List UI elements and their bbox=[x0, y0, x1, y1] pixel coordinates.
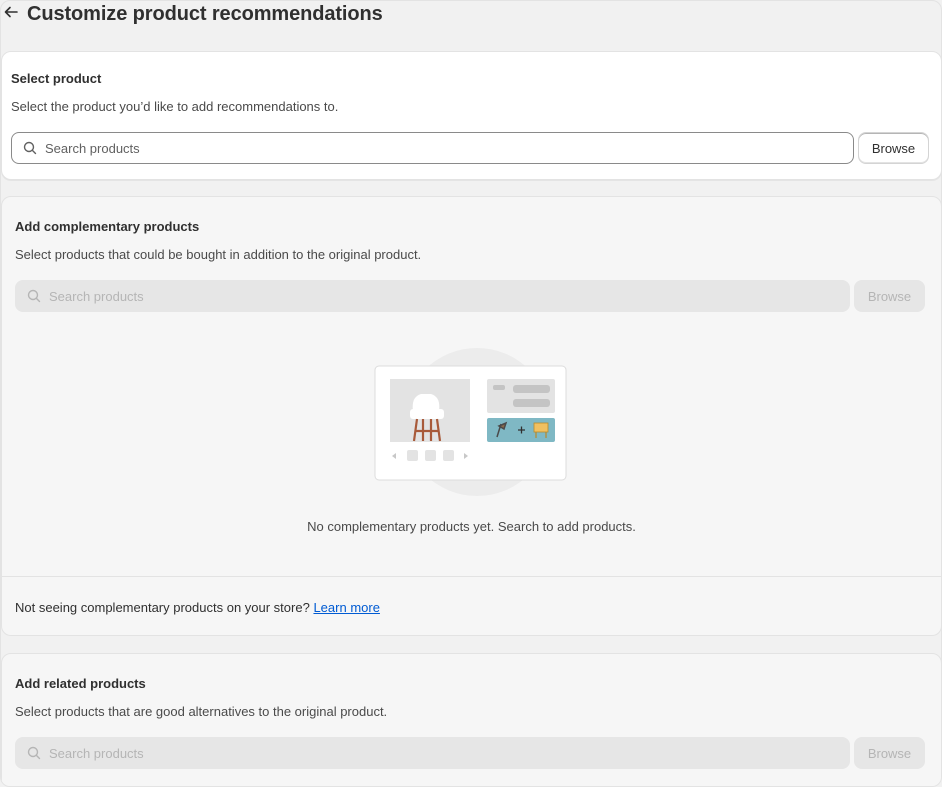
complementary-footer: Not seeing complementary products on you… bbox=[15, 600, 380, 615]
product-search-field[interactable] bbox=[11, 132, 854, 164]
card-description: Select products that are good alternativ… bbox=[15, 704, 388, 719]
page-header: Customize product recommendations bbox=[1, 1, 941, 31]
related-products-card: Add related products Select products tha… bbox=[1, 653, 941, 786]
search-icon bbox=[27, 289, 41, 303]
footer-text: Not seeing complementary products on you… bbox=[15, 600, 310, 615]
related-search-field bbox=[15, 737, 850, 769]
empty-state-text: No complementary products yet. Search to… bbox=[307, 519, 636, 534]
card-description: Select products that could be bought in … bbox=[15, 247, 422, 262]
arrow-left-icon bbox=[4, 5, 18, 23]
select-product-card: Select product Select the product you’d … bbox=[1, 51, 941, 180]
complementary-search-input bbox=[49, 288, 849, 304]
complementary-browse-button: Browse bbox=[854, 280, 925, 312]
card-title: Add complementary products bbox=[15, 219, 200, 234]
page-title: Customize product recommendations bbox=[27, 3, 383, 25]
learn-more-link[interactable]: Learn more bbox=[313, 600, 379, 615]
empty-state-illustration bbox=[369, 347, 574, 497]
card-description: Select the product you’d like to add rec… bbox=[11, 99, 339, 114]
search-icon bbox=[23, 141, 37, 155]
browse-products-button[interactable]: Browse bbox=[858, 132, 929, 164]
product-search-input[interactable] bbox=[45, 140, 853, 156]
back-button[interactable] bbox=[3, 5, 19, 23]
app-frame: Customize product recommendations Select… bbox=[0, 0, 942, 787]
related-browse-button: Browse bbox=[854, 737, 925, 769]
card-divider bbox=[2, 576, 941, 577]
search-icon bbox=[27, 746, 41, 760]
complementary-search-field bbox=[15, 280, 850, 312]
complementary-products-card: Add complementary products Select produc… bbox=[1, 196, 941, 636]
card-title: Select product bbox=[11, 71, 102, 86]
related-search-input bbox=[49, 745, 849, 761]
card-title: Add related products bbox=[15, 676, 146, 691]
